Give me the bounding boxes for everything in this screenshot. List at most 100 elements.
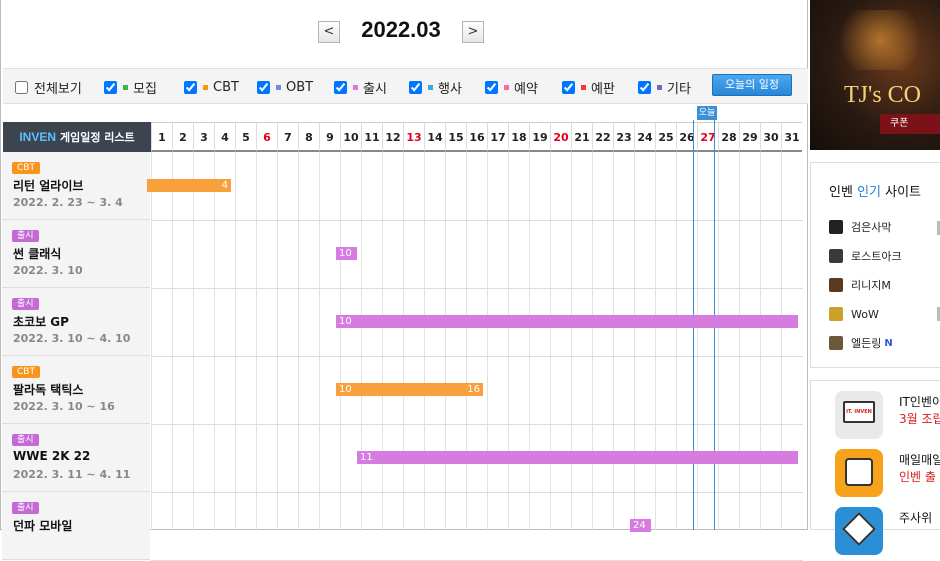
filter-checkbox[interactable] — [334, 80, 347, 94]
filter-bar: 전체보기 모집 CBT OBT 출시 행사 예약 예판 기타 오늘의 일정 — [3, 68, 808, 104]
filter-5[interactable]: 행사 — [409, 78, 462, 97]
grid-column-line — [613, 152, 614, 530]
month-title: 2022.03 — [361, 17, 441, 42]
app-title: 매일매일 — [899, 453, 940, 467]
event-name[interactable]: 초코보 GP — [13, 313, 69, 330]
day-header: 22 — [592, 122, 613, 152]
grid-column-line — [550, 152, 551, 530]
app-promo-box: IT. INVEN IT인벤이 3월 조립 매일매일 인벤 출 주사위 — [810, 380, 940, 555]
filter-6[interactable]: 예약 — [485, 78, 538, 97]
popular-site-item[interactable]: 리니지M — [829, 277, 894, 293]
event-date: 2022. 3. 11 ~ 4. 11 — [13, 468, 131, 481]
grid-column-line — [487, 152, 488, 530]
grid-column-line — [214, 152, 215, 530]
grid-column-line — [760, 152, 761, 530]
day-header: 20 — [550, 122, 571, 152]
prev-month-button[interactable]: < — [318, 21, 340, 43]
list-header-label: 게임일정 리스트 — [60, 131, 135, 144]
day-header: 17 — [487, 122, 508, 152]
event-list-item[interactable]: CBT 리턴 얼라이브 2022. 2. 23 ~ 3. 4 — [2, 152, 150, 220]
event-bar[interactable]: 4 — [147, 179, 231, 192]
popular-site-item[interactable]: 엘든링 N — [829, 335, 893, 351]
grid-column-line — [235, 152, 236, 530]
site-name: WoW — [851, 307, 879, 321]
popular-site-item[interactable]: 검은사막 — [829, 219, 894, 235]
filter-8[interactable]: 기타 — [638, 78, 691, 97]
event-list-item[interactable]: 출시 던파 모바일 — [2, 492, 150, 560]
filter-color-dot — [428, 84, 433, 90]
grid-column-line — [781, 152, 782, 530]
filter-label: OBT — [286, 79, 314, 95]
grid-row-line — [151, 492, 803, 493]
event-type-badge: 출시 — [12, 230, 39, 242]
ad-banner[interactable]: TJ's CO 쿠폰 — [810, 0, 940, 150]
it-inven-text: IT. INVEN — [846, 409, 872, 415]
event-bar-end-label: 4 — [221, 180, 228, 191]
grid-column-line — [361, 152, 362, 530]
filter-7[interactable]: 예판 — [562, 78, 615, 97]
popular-title-pre: 인벤 — [829, 185, 858, 200]
grid-column-line — [739, 152, 740, 530]
filter-2[interactable]: CBT — [184, 78, 239, 96]
event-bar-start-label: 10 — [339, 316, 352, 327]
ad-coupon-button[interactable]: 쿠폰 — [880, 114, 940, 134]
filter-color-dot — [276, 84, 281, 90]
event-list-item[interactable]: 출시썬 클래식 2022. 3. 10 — [2, 220, 150, 288]
filter-0[interactable]: 전체보기 — [15, 78, 82, 97]
filter-3[interactable]: OBT — [257, 78, 313, 96]
grid-column-line — [277, 152, 278, 530]
event-bar[interactable]: 10 — [336, 247, 357, 260]
event-date: 2022. 3. 10 — [13, 264, 83, 277]
today-schedule-button[interactable]: 오늘의 일정 — [712, 74, 792, 96]
filter-1[interactable]: 모집 — [104, 78, 157, 97]
filter-4[interactable]: 출시 — [334, 78, 387, 97]
event-bar[interactable]: 10 16 — [336, 383, 483, 396]
day-header: 6 — [256, 122, 277, 152]
event-list-item[interactable]: 출시 초코보 GP 2022. 3. 10 ~ 4. 10 — [2, 288, 150, 356]
event-name[interactable]: 리턴 얼라이브 — [13, 177, 83, 194]
day-header: 4 — [214, 122, 235, 152]
grid-column-line — [151, 152, 152, 530]
grid-row-line — [151, 424, 803, 425]
filter-checkbox[interactable] — [104, 80, 117, 94]
day-header: 7 — [277, 122, 298, 152]
filter-checkbox[interactable] — [562, 80, 575, 94]
event-date: 2022. 3. 10 ~ 16 — [13, 400, 115, 413]
list-header: INVEN 게임일정 리스트 — [3, 122, 151, 152]
next-month-button[interactable]: > — [462, 21, 484, 43]
event-list-item[interactable]: CBT 팔라독 택틱스 2022. 3. 10 ~ 16 — [2, 356, 150, 424]
grid-column-line — [172, 152, 173, 530]
event-bar-end-label: 16 — [467, 384, 480, 395]
site-icon — [829, 307, 843, 321]
site-icon — [829, 249, 843, 263]
filter-checkbox[interactable] — [184, 80, 197, 94]
event-bar[interactable]: 24 — [630, 519, 651, 532]
filter-checkbox[interactable] — [485, 80, 498, 94]
event-name[interactable]: 던파 모바일 — [13, 517, 72, 534]
event-name[interactable]: 썬 클래식 — [13, 245, 61, 262]
event-name[interactable]: 팔라독 택틱스 — [13, 381, 83, 398]
filter-label: 모집 — [133, 81, 157, 97]
event-bar[interactable]: 11 — [357, 451, 798, 464]
event-bar-start-label: 10 — [339, 248, 352, 259]
event-date: 2022. 2. 23 ~ 3. 4 — [13, 196, 123, 209]
grid-column-line — [571, 152, 572, 530]
event-bar-start-label: 11 — [360, 452, 373, 463]
filter-checkbox[interactable] — [638, 80, 651, 94]
app-icon: IT. INVEN — [835, 391, 883, 439]
filter-checkbox[interactable] — [257, 80, 270, 94]
popular-site-item[interactable]: WoW — [829, 306, 882, 322]
filter-label: 출시 — [363, 81, 387, 97]
filter-checkbox[interactable] — [15, 80, 28, 94]
filter-checkbox[interactable] — [409, 80, 422, 94]
app-title: IT인벤이 — [899, 395, 940, 409]
grid-column-line — [529, 152, 530, 530]
event-name[interactable]: WWE 2K 22 — [13, 449, 90, 463]
event-list-item[interactable]: 출시 WWE 2K 22 2022. 3. 11 ~ 4. 11 — [2, 424, 150, 492]
day-header: 18 — [508, 122, 529, 152]
day-header: 28 — [718, 122, 739, 152]
event-bar[interactable]: 10 — [336, 315, 798, 328]
site-name: 검은사막 — [851, 221, 892, 234]
popular-site-item[interactable]: 로스트아크 — [829, 248, 905, 264]
grid-column-line — [424, 152, 425, 530]
